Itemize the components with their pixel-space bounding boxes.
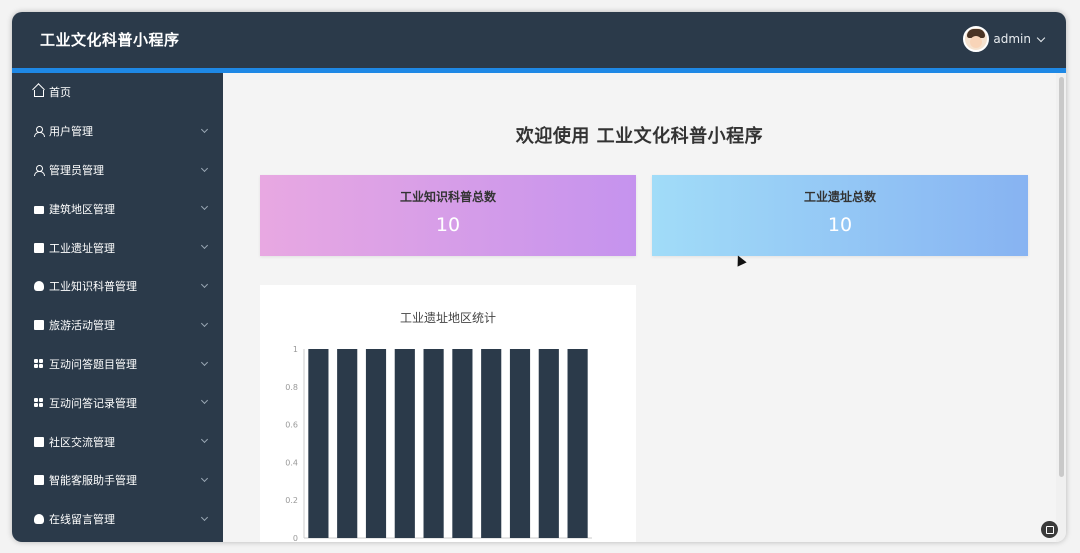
- sidebar-item-label: 社区交流管理: [49, 435, 115, 449]
- app-title: 工业文化科普小程序: [40, 31, 180, 49]
- bar: [423, 349, 444, 538]
- y-tick-label: 0.6: [285, 421, 298, 430]
- stat-card-label: 工业遗址总数: [803, 190, 876, 204]
- y-tick-label: 0: [293, 534, 298, 542]
- bar: [481, 349, 502, 538]
- chevron-down-icon[interactable]: [200, 358, 209, 366]
- sidebar-item-label: 工业遗址管理: [49, 241, 115, 255]
- welcome-heading: 欢迎使用 工业文化科普小程序: [515, 126, 764, 147]
- edit-icon: [34, 320, 44, 331]
- avatar[interactable]: [963, 26, 990, 52]
- bar: [538, 349, 559, 538]
- sidebar-item[interactable]: 管理员管理: [12, 151, 223, 190]
- sidebar-item-label: 互动问答记录管理: [49, 396, 137, 410]
- chevron-down-icon[interactable]: [200, 242, 209, 250]
- bar: [308, 349, 329, 538]
- main-content: 欢迎使用 工业文化科普小程序 工业知识科普总数 10 工业遗址总数 10 工业遗…: [223, 73, 1056, 542]
- grid-icon: [34, 358, 44, 369]
- sidebar-item[interactable]: 在线留言管理: [12, 500, 223, 539]
- y-tick-label: 0.2: [285, 496, 298, 505]
- sidebar-item-label: 互动问答题目管理: [49, 357, 137, 371]
- stat-card-value: 10: [435, 214, 461, 236]
- bar-chart: 00.20.40.60.81遗址地区1遗址地区2遗址地区4遗址地区6遗址地区8: [285, 345, 592, 542]
- sidebar-item-label: 工业知识科普管理: [49, 280, 137, 294]
- app-window: 工业文化科普小程序 admin 首页 用户管理 管理员管理 建筑地区管理 工业遗址管理工…: [12, 12, 1066, 542]
- bar: [509, 349, 531, 538]
- stat-card-sites: 工业遗址总数 10: [652, 175, 1028, 256]
- sidebar-item[interactable]: 互动问答题目管理: [12, 345, 223, 384]
- sidebar-item-label: 用户管理: [49, 125, 93, 139]
- home-icon: [34, 89, 44, 97]
- chevron-down-icon[interactable]: [200, 436, 209, 444]
- sidebar-item-label: 旅游活动管理: [49, 319, 115, 333]
- scrollbar-thumb[interactable]: [1059, 77, 1064, 477]
- stat-card-knowledge: 工业知识科普总数 10: [260, 175, 636, 256]
- bar: [365, 349, 387, 538]
- document-icon: [34, 242, 44, 253]
- sidebar-item[interactable]: 用户管理: [12, 112, 223, 151]
- stat-card-label: 工业知识科普总数: [399, 190, 496, 204]
- y-tick-label: 0.4: [285, 458, 298, 467]
- sidebar-item[interactable]: 互动问答记录管理: [12, 383, 223, 422]
- sidebar-item[interactable]: 工业知识科普管理: [12, 267, 223, 306]
- user-icon: [34, 164, 45, 176]
- chevron-down-icon[interactable]: [200, 474, 209, 483]
- sidebar-item[interactable]: 建筑地区管理: [12, 189, 223, 228]
- stat-card-value: 10: [827, 214, 853, 236]
- sidebar-item[interactable]: 旅游活动管理: [12, 306, 223, 345]
- chevron-down-icon[interactable]: [1036, 33, 1046, 42]
- sidebar-item-label: 管理员管理: [49, 163, 104, 177]
- sidebar-item-label: 建筑地区管理: [49, 202, 115, 216]
- chart-panel: 工业遗址地区统计 00.20.40.60.81遗址地区1遗址地区2遗址地区4遗址…: [260, 285, 636, 542]
- chevron-down-icon[interactable]: [200, 513, 209, 521]
- y-tick-label: 1: [293, 345, 298, 354]
- sidebar-item[interactable]: 首页: [12, 73, 223, 112]
- sidebar-item-label: 在线留言管理: [49, 513, 115, 527]
- y-tick-label: 0.8: [285, 383, 298, 392]
- grid-icon: [34, 397, 44, 408]
- sidebar-item[interactable]: 社区交流管理: [12, 422, 223, 461]
- folder-icon: [34, 205, 44, 214]
- chevron-down-icon[interactable]: [200, 280, 209, 289]
- bar: [567, 349, 588, 538]
- sidebar-item-label: 智能客服助手管理: [49, 474, 137, 488]
- bar: [337, 349, 358, 538]
- chevron-down-icon[interactable]: [200, 319, 209, 327]
- user-icon: [34, 126, 45, 138]
- clock-icon: [34, 514, 44, 525]
- chevron-down-icon[interactable]: [200, 164, 209, 172]
- chevron-down-icon[interactable]: [200, 203, 209, 211]
- clock-icon: [34, 281, 44, 292]
- copy-icon: [34, 436, 44, 447]
- user-name[interactable]: admin: [993, 32, 1031, 46]
- sidebar-item-label: 首页: [49, 86, 71, 100]
- bar: [394, 349, 415, 538]
- chevron-down-icon[interactable]: [200, 125, 209, 133]
- chevron-down-icon[interactable]: [200, 397, 209, 405]
- top-header: 工业文化科普小程序 admin: [12, 12, 1066, 68]
- sidebar: 首页用户管理管理员管理建筑地区管理 工业遗址管理工业知识科普管理 旅游活动管理互动问…: [12, 73, 223, 542]
- sidebar-item[interactable]: 工业遗址管理: [12, 228, 223, 267]
- sidebar-item[interactable]: 智能客服助手管理: [12, 461, 223, 500]
- screen-capture-icon[interactable]: [1041, 521, 1058, 538]
- scrollbar[interactable]: [1056, 73, 1066, 542]
- bar: [452, 349, 473, 538]
- user-menu[interactable]: admin: [963, 26, 1046, 52]
- bars-icon: [34, 475, 44, 486]
